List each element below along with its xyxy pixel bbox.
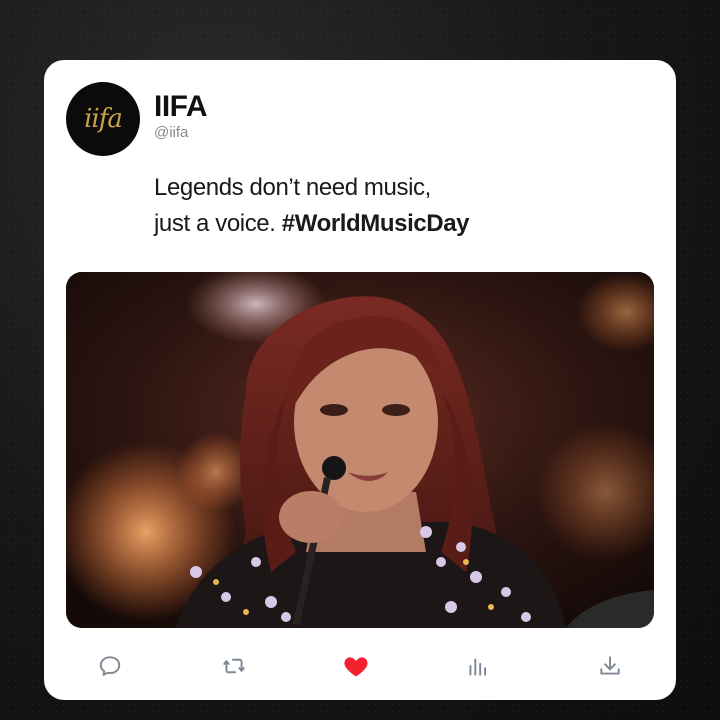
tweet-line-1: Legends don’t need music, [154,174,431,201]
heart-icon [344,657,368,677]
author-names: IIFA @iifa [154,92,208,142]
analytics-icon [469,658,487,676]
tweet-actions [44,648,676,684]
tweet-media-photo[interactable] [66,272,654,628]
performer-photo [66,272,654,628]
tweet-card: iifa IIFA @iifa Legends don’t need music… [44,60,676,700]
avatar[interactable]: iifa [66,82,140,156]
tweet-line-2-text: just a voice. [154,210,282,237]
hashtag-link[interactable]: #WorldMusicDay [282,210,470,237]
display-name[interactable]: IIFA [154,92,208,122]
tweet-header: iifa IIFA @iifa [66,82,208,156]
retweet-button[interactable] [216,648,252,684]
user-handle[interactable]: @iifa [154,124,207,141]
reply-icon [99,656,121,676]
iifa-logo: iifa [84,104,123,134]
tweet-text: Legends don’t need music, just a voice. … [154,170,470,242]
share-icon [600,656,620,675]
tweet-line-2: just a voice. #WorldMusicDay [154,206,470,242]
retweet-icon [223,658,245,674]
reply-button[interactable] [92,648,128,684]
like-button[interactable] [338,648,374,684]
share-button[interactable] [592,648,628,684]
analytics-button[interactable] [460,648,496,684]
